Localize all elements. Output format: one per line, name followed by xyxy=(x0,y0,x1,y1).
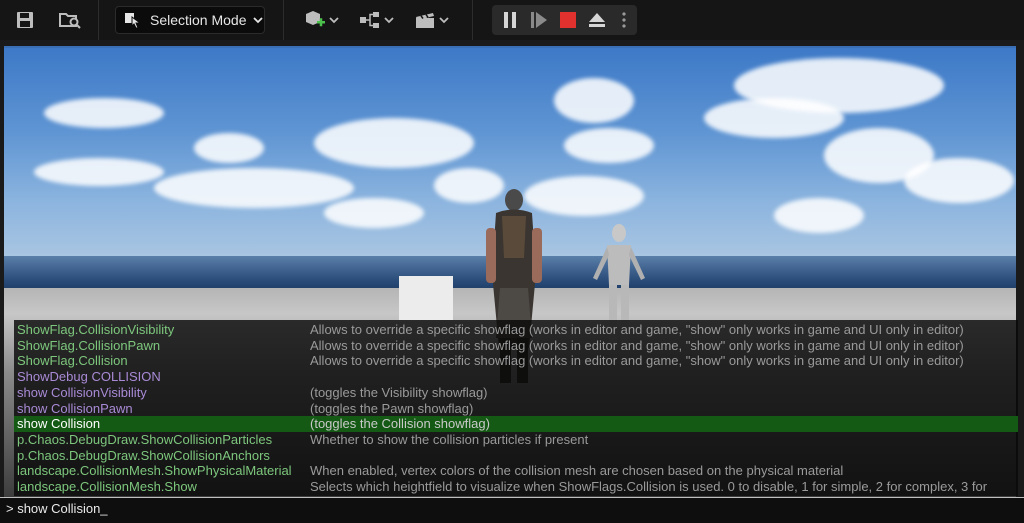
step-icon xyxy=(531,12,547,28)
suggestion-description: Allows to override a specific showflag (… xyxy=(310,337,964,353)
cube-actor[interactable] xyxy=(399,276,453,320)
suggestion-command: show CollisionVisibility xyxy=(17,384,147,400)
pause-icon xyxy=(504,12,516,28)
cloud xyxy=(904,158,1014,203)
toolbar-separator xyxy=(472,0,473,40)
chevron-down-icon xyxy=(252,17,263,24)
cloud xyxy=(564,128,654,163)
chevron-down-icon xyxy=(328,17,339,24)
more-options-icon xyxy=(622,12,626,28)
suggestion-description: (toggles the Collision showflag) xyxy=(310,416,490,432)
cloud xyxy=(194,133,264,163)
cloud xyxy=(324,198,424,228)
suggestion-description: Whether to show the collision particles … xyxy=(310,431,589,447)
pause-button[interactable] xyxy=(496,6,524,34)
console-suggestion[interactable]: p.Chaos.DebugDraw.ShowCollisionParticles… xyxy=(14,432,1018,448)
console-suggestion-selected[interactable]: show Collision (toggles the Collision sho… xyxy=(14,416,1018,433)
cloud xyxy=(314,118,474,168)
eject-icon xyxy=(589,13,605,27)
suggestion-description: Allows to override a specific showflag (… xyxy=(310,353,964,369)
suggestion-command: show Collision xyxy=(17,416,101,432)
console-suggestion[interactable]: show CollisionPawn (toggles the Pawn show… xyxy=(14,401,1018,417)
cloud xyxy=(704,98,844,138)
suggestion-description: Selects which heightfield to visualize w… xyxy=(310,479,988,494)
console-suggestion[interactable]: show CollisionVisibility (toggles the Vis… xyxy=(14,385,1018,401)
chevron-down-icon xyxy=(383,17,394,24)
console-suggestion[interactable]: landscape.CollisionMesh.Show Selects whic… xyxy=(14,479,1018,495)
content-browser-button[interactable] xyxy=(55,6,85,34)
suggestion-description: (toggles the Pawn showflag) xyxy=(310,400,474,416)
suggestion-description: (toggles the Visibility showflag) xyxy=(310,384,488,400)
toolbar-separator xyxy=(98,0,99,40)
cinematics-button[interactable] xyxy=(410,6,452,34)
add-actor-button[interactable] xyxy=(300,6,342,34)
console-suggestion[interactable]: ShowFlag.CollisionVisibility Allows to ov… xyxy=(14,322,1018,338)
console-input-text: > show Collision_ xyxy=(6,501,108,516)
suggestion-command: ShowFlag.Collision xyxy=(17,353,128,369)
stop-button[interactable] xyxy=(554,6,582,34)
cloud xyxy=(774,198,864,233)
suggestion-command: show CollisionPawn xyxy=(17,400,133,416)
suggestion-command: ShowFlag.CollisionPawn xyxy=(17,337,161,353)
suggestion-command: landscape.CollisionMesh.Show xyxy=(17,479,197,494)
console-suggestion[interactable]: p.Chaos.DebugDraw.ShowCollisionAnchors xyxy=(14,448,1018,464)
step-frame-button[interactable] xyxy=(525,6,553,34)
console-suggestion[interactable]: ShowFlag.CollisionPawn Allows to override… xyxy=(14,338,1018,354)
suggestion-command: ShowDebug COLLISION xyxy=(17,369,161,385)
console-input[interactable]: > show Collision_ xyxy=(0,497,1024,523)
chevron-down-icon xyxy=(438,17,449,24)
save-button[interactable] xyxy=(10,6,40,34)
suggestion-command: landscape.CollisionMesh.ShowPhysicalMate… xyxy=(17,463,292,479)
cloud xyxy=(154,168,354,208)
suggestion-description: When enabled, vertex colors of the colli… xyxy=(310,463,844,479)
suggestion-command: p.Chaos.DebugDraw.ShowCollisionParticles xyxy=(17,431,273,447)
play-controls xyxy=(492,5,637,35)
console-suggestion[interactable]: ShowFlag.Collision Allows to override a s… xyxy=(14,353,1018,369)
select-cursor-icon xyxy=(125,13,142,29)
add-actor-icon xyxy=(305,11,325,27)
suggestion-command: ShowFlag.CollisionVisibility xyxy=(17,322,175,337)
content-browser-icon xyxy=(59,13,81,29)
console-suggestion[interactable]: ShowDebug COLLISION xyxy=(14,369,1018,385)
eject-button[interactable] xyxy=(583,6,611,34)
console-autocomplete-list: ShowFlag.CollisionVisibility Allows to ov… xyxy=(14,320,1018,496)
suggestion-command: p.Chaos.DebugDraw.ShowCollisionAnchors xyxy=(17,447,270,463)
more-options-button[interactable] xyxy=(614,6,634,34)
main-toolbar: Selection Mode xyxy=(0,0,1024,40)
suggestion-description: Allows to override a specific showflag (… xyxy=(310,322,964,337)
cinematics-icon xyxy=(415,13,434,28)
console-suggestion[interactable]: landscape.CollisionMesh.ShowPhysicalMate… xyxy=(14,463,1018,479)
cloud xyxy=(44,98,164,128)
toolbar-separator xyxy=(283,0,284,40)
stop-icon xyxy=(560,12,576,28)
cloud xyxy=(34,158,164,186)
blueprint-button[interactable] xyxy=(355,6,397,34)
cloud xyxy=(554,78,634,123)
blueprint-icon xyxy=(359,12,379,28)
save-icon xyxy=(17,12,33,28)
selection-mode-dropdown[interactable]: Selection Mode xyxy=(115,6,265,34)
selection-mode-label: Selection Mode xyxy=(150,12,247,28)
